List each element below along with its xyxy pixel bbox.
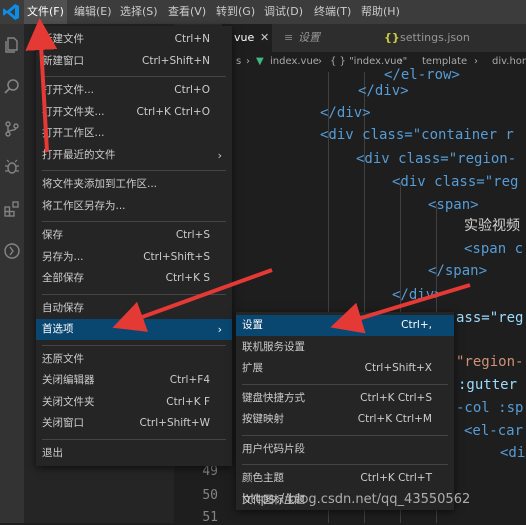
- arrow-to-preferences: [112, 268, 273, 332]
- arrow-to-settings: [330, 283, 471, 334]
- annotation-arrows: [25, 18, 471, 334]
- arrow-to-file-menu: [25, 18, 58, 153]
